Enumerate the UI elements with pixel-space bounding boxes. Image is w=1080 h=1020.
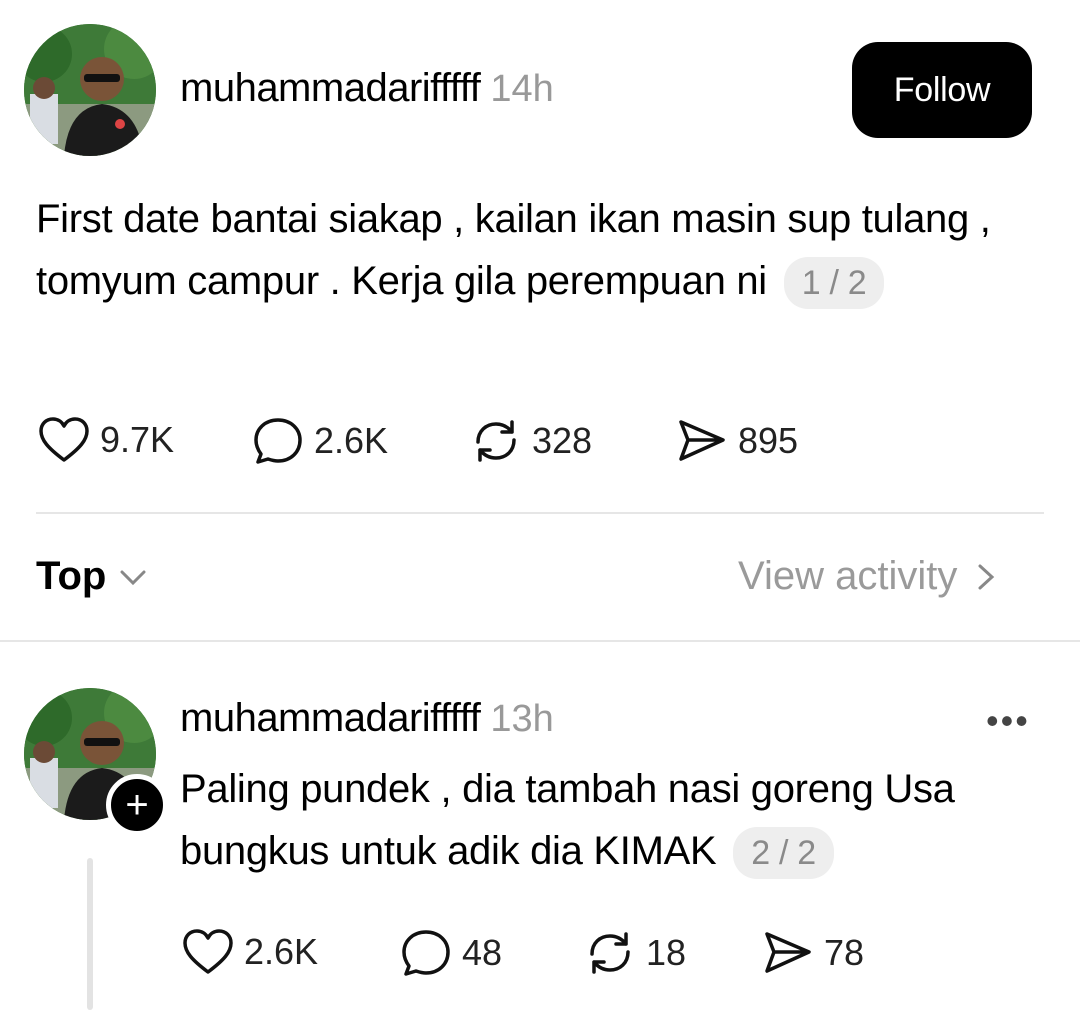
post-time: 14h [490,68,554,110]
thread-line [87,858,93,1010]
repost-icon [476,420,516,462]
repost-icon [590,932,630,974]
reply-time: 13h [490,698,554,740]
comment-icon [402,930,450,976]
thread-counter: 2 / 2 [733,827,834,880]
comment-icon [254,418,302,464]
chevron-down-icon [120,570,146,585]
post-username[interactable]: muhammadarifffff [180,66,481,111]
comment-count: 2.6K [314,420,389,461]
thread-counter: 1 / 2 [783,257,885,310]
divider [36,512,1044,514]
like-count: 9.7K [100,419,175,460]
follow-button[interactable]: Follow [852,42,1032,138]
chevron-right-icon [978,564,995,589]
reply-username[interactable]: muhammadarifffff [180,696,481,741]
divider [0,640,1080,642]
comment-button[interactable]: 2.6K [252,416,388,466]
sort-label: Top [36,554,107,598]
heart-icon [39,417,89,462]
repost-count: 328 [532,420,593,461]
reply-comment-button[interactable]: 48 [400,928,502,978]
reply-share-button[interactable]: 78 [762,928,864,978]
view-activity-label: View activity [738,554,958,598]
heart-icon [183,929,233,974]
share-button[interactable]: 895 [676,416,798,466]
share-count: 895 [738,420,799,461]
repost-button[interactable]: 328 [470,416,592,466]
post-body: First date bantai siakap , kailan ikan m… [36,188,996,312]
view-activity-link[interactable]: View activity [738,554,1001,599]
follow-plus-button[interactable]: + [106,774,168,836]
reply-text: Paling pundek , dia tambah nasi goreng U… [180,767,955,873]
reply-like-count: 2.6K [244,931,319,972]
reply-repost-button[interactable]: 18 [584,928,686,978]
plus-icon: + [125,783,149,827]
reply-like-button[interactable]: 2.6K [182,928,318,976]
more-icon[interactable]: ••• [986,700,1030,742]
reply-share-count: 78 [824,932,865,973]
reply-comment-count: 48 [462,932,503,973]
reply-repost-count: 18 [646,932,687,973]
share-icon [765,932,811,973]
reply-body: Paling pundek , dia tambah nasi goreng U… [180,758,1060,882]
share-icon [679,420,725,461]
avatar[interactable] [24,24,156,156]
like-button[interactable]: 9.7K [38,416,174,464]
sort-dropdown[interactable]: Top [36,554,150,599]
